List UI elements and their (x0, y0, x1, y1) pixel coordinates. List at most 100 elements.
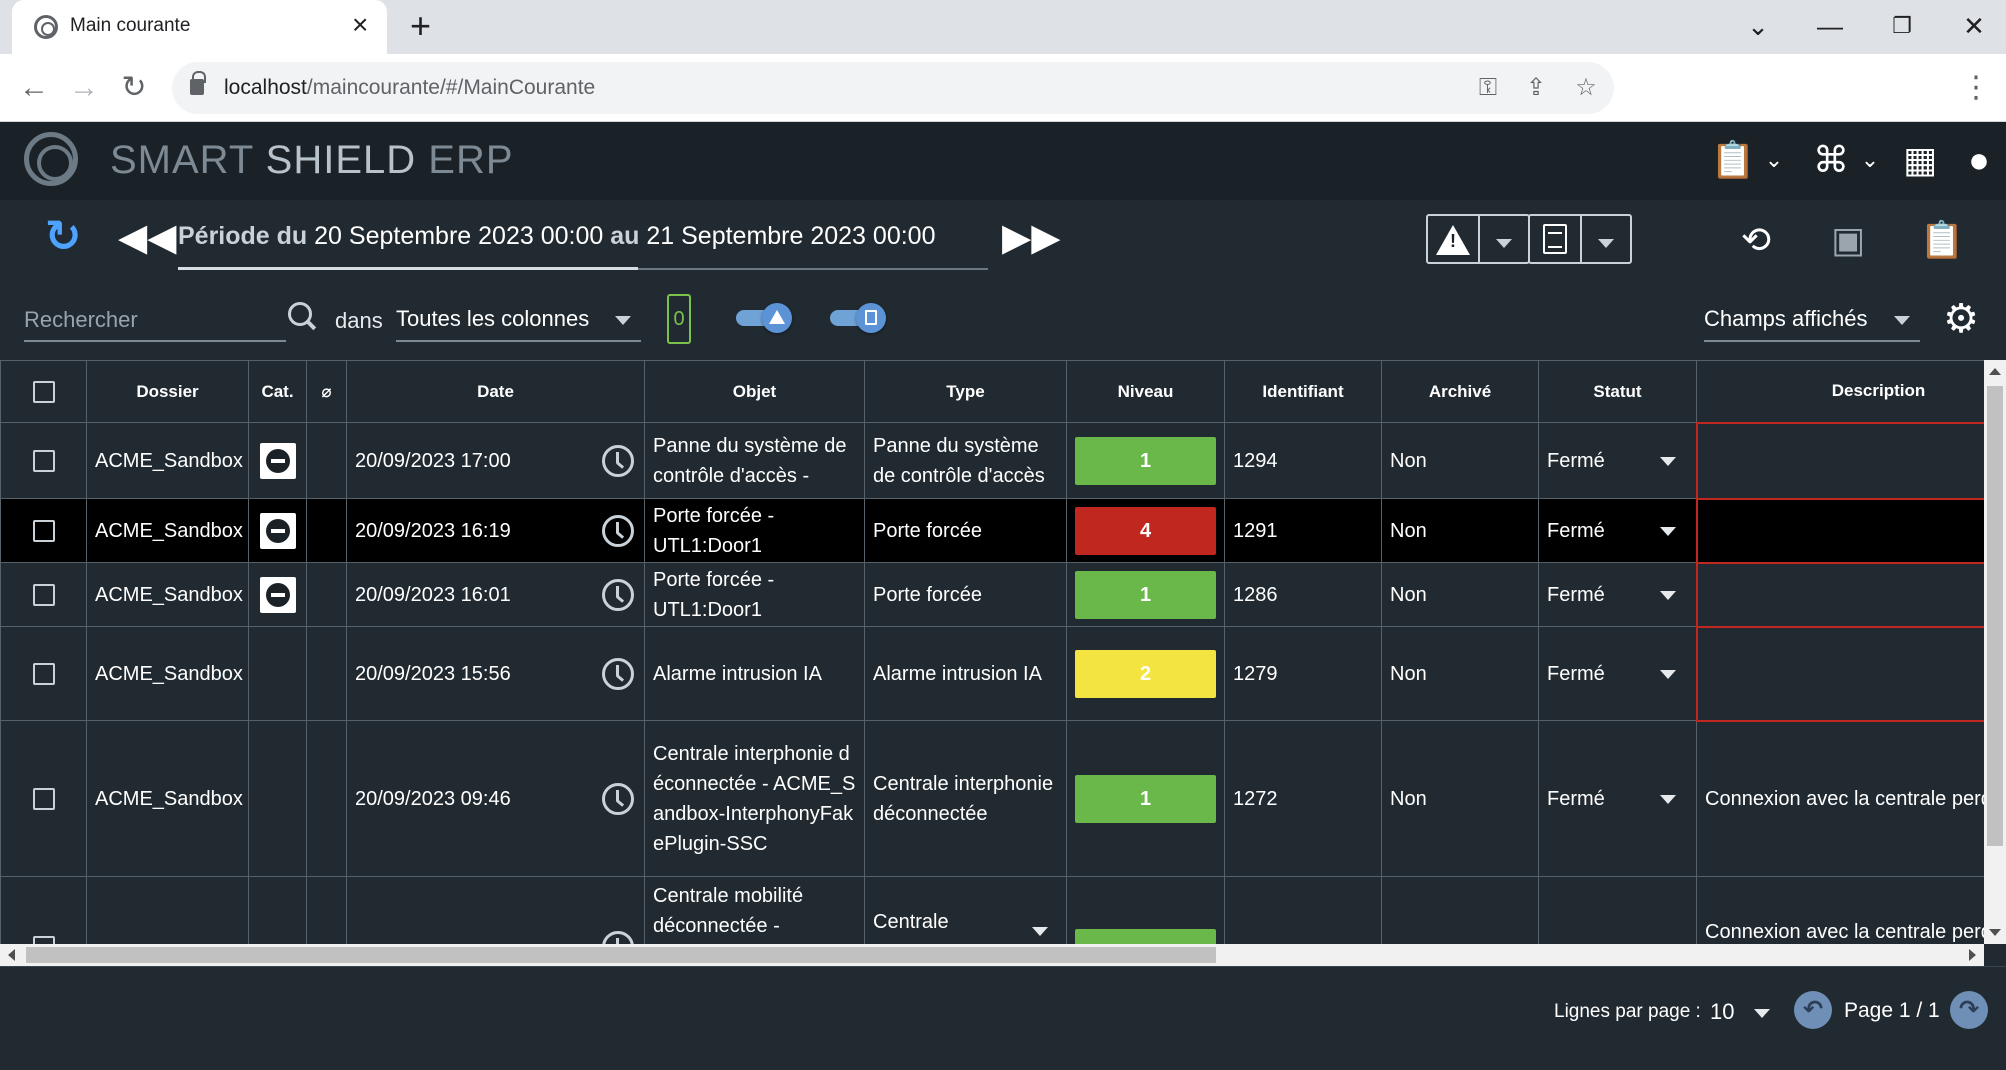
header-dossier[interactable]: Dossier (86, 360, 249, 423)
cell-description[interactable]: Connexion avec la centrale perdue (1696, 876, 1984, 944)
new-tab-plus-icon[interactable]: + (410, 8, 431, 44)
vertical-scrollbar[interactable] (1984, 360, 2006, 944)
user-account-icon[interactable]: ● (1956, 136, 2002, 184)
header-statut[interactable]: Statut (1538, 360, 1697, 423)
table-row[interactable]: ACME_Sandbox 20/09/2023 09:46 Centrale i… (0, 720, 1984, 877)
row-checkbox[interactable] (32, 450, 55, 473)
vertical-scroll-thumb[interactable] (1987, 386, 2003, 846)
alert-filter-dropdown[interactable] (1478, 216, 1528, 262)
document-toggle[interactable] (830, 303, 886, 333)
select-all-checkbox[interactable] (32, 380, 55, 403)
next-period-icon[interactable]: ▶▶ (1002, 218, 1060, 258)
cell-description[interactable] (1695, 497, 1984, 564)
header-cat[interactable]: Cat. (248, 360, 307, 423)
header-niveau[interactable]: Niveau (1066, 360, 1225, 423)
cell-description[interactable] (1695, 625, 1984, 722)
period-range[interactable]: Période du 20 Septembre 2023 00:00 au 21… (178, 222, 935, 251)
clock-icon[interactable] (602, 578, 634, 611)
apps-grid-icon[interactable]: ▦ (1896, 136, 1944, 184)
header-archive[interactable]: Archivé (1381, 360, 1539, 423)
rows-per-page-select[interactable]: 10 (1710, 999, 1734, 1025)
document-filter-dropdown[interactable] (1580, 216, 1630, 262)
refresh-icon[interactable]: ↻ (40, 214, 86, 260)
url-text[interactable]: localhost/maincourante/#/MainCourante (224, 76, 595, 100)
table-row[interactable]: ACME_Sandbox 20/09/2023 17:00 Panne du s… (0, 421, 1984, 500)
period-from[interactable]: 20 Septembre 2023 00:00 (314, 222, 603, 250)
row-checkbox-cell[interactable] (0, 626, 87, 721)
schedule-chevron-icon[interactable]: ⌄ (1760, 136, 1788, 184)
table-row[interactable]: ACME_Sandbox 20/09/2023 16:19 Porte forc… (0, 497, 1984, 564)
header-type[interactable]: Type (864, 360, 1067, 423)
previous-page-icon[interactable]: ↶ (1794, 991, 1832, 1029)
tab-close-icon[interactable]: × (352, 9, 368, 41)
clipboard-icon[interactable]: 📋 (1918, 216, 1966, 264)
forward-arrow-icon[interactable]: → (64, 68, 104, 108)
hierarchy-icon[interactable]: ⌘ (1806, 136, 1856, 184)
clock-icon[interactable] (602, 930, 634, 944)
table-row[interactable]: Centrale mobilité déconnectée - Centrale… (0, 876, 1984, 944)
hierarchy-chevron-icon[interactable]: ⌄ (1856, 136, 1884, 184)
reload-icon[interactable]: ↻ (114, 68, 154, 108)
header-description[interactable]: Description (1696, 360, 1984, 423)
browser-menu-icon[interactable]: ⋮ (1956, 68, 1996, 108)
history-icon[interactable]: ⟲ (1732, 216, 1780, 264)
minimize-icon[interactable]: — (1810, 8, 1850, 44)
row-checkbox[interactable] (32, 520, 55, 543)
row-checkbox-cell[interactable] (0, 876, 87, 944)
displayed-fields-select[interactable]: Champs affichés (1704, 300, 1920, 342)
row-checkbox-cell[interactable] (0, 562, 87, 627)
period-to[interactable]: 21 Septembre 2023 00:00 (646, 222, 935, 250)
row-checkbox-cell[interactable] (0, 498, 87, 563)
next-page-icon[interactable]: ↷ (1950, 991, 1988, 1029)
gear-icon[interactable]: ⚙ (1940, 298, 1982, 340)
schedule-list-icon[interactable]: 📋 (1708, 136, 1758, 184)
row-checkbox-cell[interactable] (0, 720, 87, 877)
status-select[interactable]: Fermé (1538, 422, 1697, 499)
restore-icon[interactable]: ❐ (1882, 8, 1922, 44)
header-identifiant[interactable]: Identifiant (1224, 360, 1382, 423)
share-icon[interactable]: ⇪ (1520, 72, 1552, 104)
scroll-left-icon[interactable] (8, 949, 15, 961)
clock-icon[interactable] (602, 514, 634, 547)
column-select[interactable]: Toutes les colonnes (396, 300, 641, 342)
cell-description[interactable]: Connexion avec la centrale perdue ACME_S… (1696, 720, 1984, 877)
status-select[interactable] (1538, 876, 1697, 944)
cell-description[interactable] (1695, 561, 1984, 628)
previous-period-icon[interactable]: ◀◀ (118, 218, 176, 258)
header-objet[interactable]: Objet (644, 360, 865, 423)
select-all-header[interactable] (0, 360, 87, 423)
header-date[interactable]: Date (346, 360, 645, 423)
key-icon[interactable]: ⚿ (1472, 72, 1504, 104)
clock-icon[interactable] (602, 444, 634, 477)
alert-toggle[interactable] (736, 303, 792, 333)
address-bar[interactable]: localhost/maincourante/#/MainCourante ⚿ … (172, 62, 1614, 114)
clock-icon[interactable] (602, 657, 634, 690)
alert-filter-button[interactable] (1428, 216, 1478, 262)
close-window-icon[interactable]: ✕ (1954, 8, 1994, 44)
table-row[interactable]: ACME_Sandbox 20/09/2023 16:01 Porte forc… (0, 561, 1984, 628)
archive-icon[interactable]: ▣ (1824, 216, 1872, 264)
status-select[interactable]: Fermé (1538, 562, 1697, 627)
scroll-right-icon[interactable] (1969, 949, 1976, 961)
clock-icon[interactable] (602, 782, 634, 815)
document-filter-button[interactable] (1530, 216, 1580, 262)
search-input[interactable] (24, 300, 286, 342)
row-checkbox[interactable] (32, 788, 55, 811)
back-arrow-icon[interactable]: ← (14, 68, 54, 108)
browser-tab[interactable]: Main courante × (12, 0, 387, 54)
status-select[interactable]: Fermé (1538, 498, 1697, 563)
lock-icon[interactable] (190, 71, 206, 95)
header-attachment[interactable]: ⌀ (306, 360, 347, 423)
status-select[interactable]: Fermé (1538, 626, 1697, 721)
row-checkbox[interactable] (32, 584, 55, 607)
chevron-down-icon[interactable] (1032, 927, 1048, 936)
status-select[interactable]: Fermé (1538, 720, 1697, 877)
row-checkbox-cell[interactable] (0, 422, 87, 499)
row-checkbox[interactable] (32, 663, 55, 686)
horizontal-scrollbar[interactable] (0, 944, 1984, 966)
scroll-up-icon[interactable] (1989, 368, 2001, 375)
search-icon[interactable] (288, 302, 318, 332)
horizontal-scroll-thumb[interactable] (26, 947, 1216, 963)
scroll-down-icon[interactable] (1989, 929, 2001, 936)
cell-description[interactable] (1695, 421, 1984, 500)
